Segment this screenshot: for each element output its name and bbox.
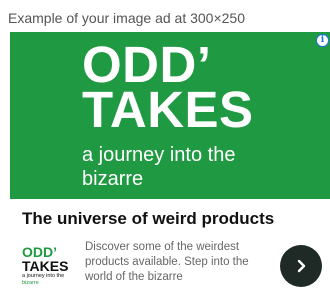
chevron-right-icon xyxy=(297,259,306,273)
ad-headline[interactable]: The universe of weird products xyxy=(22,209,274,229)
advertiser-logo: ODD’ TAKES a journey into the bizarre xyxy=(22,245,78,287)
preview-caption: Example of your image ad at 300×250 xyxy=(8,10,245,26)
image-ad[interactable]: ODD’ TAKES a journey into the bizarre i … xyxy=(10,32,330,297)
hero-title-line2: TAKES xyxy=(82,81,254,138)
logo-line3: a journey into the xyxy=(22,273,65,279)
logo-line1: ODD’ xyxy=(22,244,57,260)
ad-hero-banner[interactable]: ODD’ TAKES a journey into the bizarre i xyxy=(10,32,330,199)
hero-title: ODD’ TAKES xyxy=(82,39,254,138)
ad-description: Discover some of the weirdest products a… xyxy=(85,241,249,283)
logo-line2: TAKES xyxy=(22,258,69,274)
info-icon[interactable]: i xyxy=(316,34,329,47)
logo-line4: bizarre xyxy=(22,280,39,286)
next-button[interactable] xyxy=(280,245,322,287)
hero-tagline: a journey into the bizarre xyxy=(82,143,235,191)
hero-tagline-line1: a journey into the xyxy=(82,144,236,166)
hero-tagline-line2: bizarre xyxy=(82,168,144,190)
